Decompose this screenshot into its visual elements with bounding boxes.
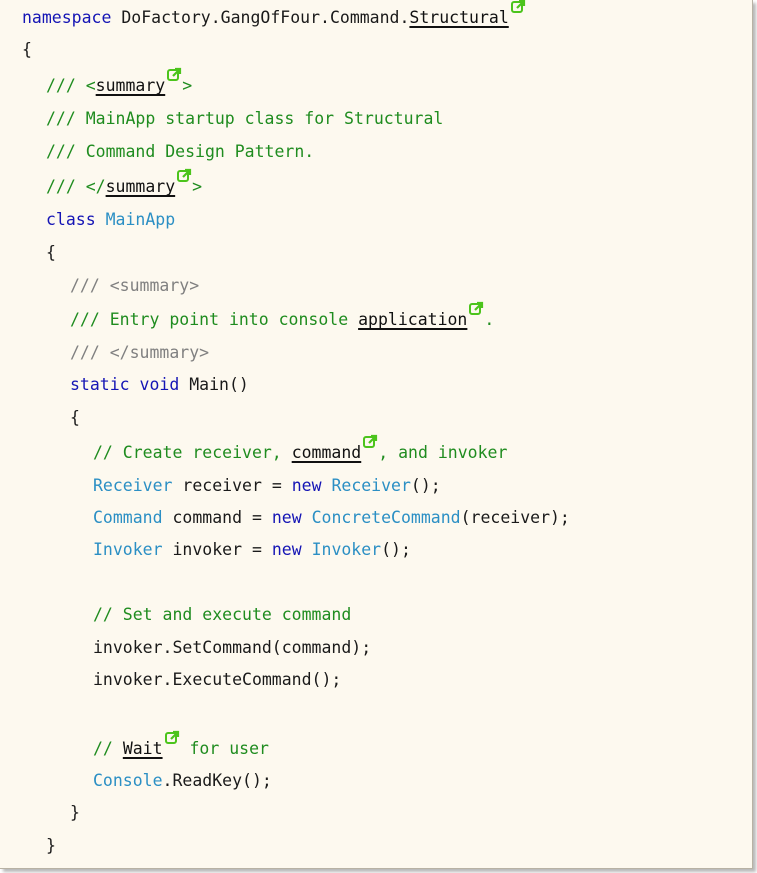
type-name: Invoker [301, 540, 382, 559]
comment: // Create receiver, [93, 443, 292, 462]
code-text: invoker.SetCommand(command); [93, 638, 372, 657]
external-link-icon[interactable] [469, 301, 484, 316]
doc-comment: > [182, 76, 193, 95]
doc-comment: /// MainApp startup class for Structural [46, 109, 444, 128]
code-line: { [22, 40, 32, 60]
link-application[interactable]: application [358, 310, 467, 329]
type-name: Invoker [93, 540, 163, 559]
code-line: class MainApp [46, 210, 175, 230]
code-text: (); [381, 540, 411, 559]
code-line: /// </summary > [46, 168, 203, 197]
doc-comment: /// Command Design Pattern. [46, 142, 315, 161]
type-name: Receiver [321, 476, 411, 495]
code-text: Main() [179, 375, 249, 394]
type-name: Receiver [93, 476, 173, 495]
doc-comment: . [484, 310, 495, 329]
code-line: invoker.SetCommand(command); [93, 638, 371, 658]
keyword: class [46, 210, 96, 229]
doc-comment: /// <summary> [70, 276, 200, 295]
code-line: { [46, 243, 56, 263]
code-text: (); [410, 476, 441, 495]
code-line: /// </summary> [70, 343, 209, 363]
external-link-icon[interactable] [164, 730, 180, 745]
code-viewer: namespace DoFactory.GangOfFour.Command.S… [0, 0, 753, 869]
doc-comment: /// Entry point into console [70, 310, 359, 329]
code-text: { [22, 40, 32, 59]
code-line: /// Command Design Pattern. [46, 142, 314, 162]
external-link-icon[interactable] [177, 168, 192, 183]
external-link-icon[interactable] [363, 434, 378, 449]
link-summary[interactable]: summary [106, 177, 176, 196]
keyword: new [271, 508, 302, 527]
type-name: MainApp [95, 210, 176, 229]
code-text: { [70, 408, 80, 427]
link-summary[interactable]: summary [96, 76, 166, 95]
code-text: (receiver); [460, 508, 570, 527]
comment: , and invoker [378, 443, 508, 462]
keyword: new [271, 540, 302, 559]
code-line: } [70, 803, 80, 823]
code-line: // Set and execute command [93, 605, 351, 625]
code-line: /// MainApp startup class for Structural [46, 109, 443, 129]
keyword: new [291, 476, 322, 495]
code-line: Receiver receiver = new Receiver(); [93, 476, 441, 496]
code-text: invoker = [162, 540, 272, 559]
link-wait[interactable]: Wait [123, 739, 163, 758]
external-link-icon[interactable] [167, 67, 182, 82]
code-line: /// <summary > [46, 67, 193, 96]
doc-comment: /// </ [46, 177, 106, 196]
type-name: Command [93, 508, 163, 527]
type-name: Console [93, 771, 163, 790]
link-command[interactable]: command [292, 443, 362, 462]
code-line: { [70, 408, 80, 428]
code-text: command = [162, 508, 272, 527]
type-name: ConcreteCommand [301, 508, 461, 527]
code-line: } [46, 836, 56, 856]
code-text: } [70, 803, 80, 822]
code-line: // Create receiver, command , and invoker [93, 434, 508, 463]
external-link-icon[interactable] [510, 0, 526, 14]
code-text: invoker.ExecuteCommand(); [93, 670, 342, 689]
doc-comment: > [192, 177, 203, 196]
code-line: Command command = new ConcreteCommand(re… [93, 508, 570, 528]
code-line: invoker.ExecuteCommand(); [93, 670, 341, 690]
code-line: // Wait for user [93, 730, 269, 759]
comment: // [93, 739, 123, 758]
code-text: } [46, 836, 56, 855]
doc-comment: /// </summary> [70, 343, 210, 362]
comment: for user [179, 739, 269, 758]
code-line: namespace DoFactory.GangOfFour.Command.S… [22, 0, 526, 28]
code-text: DoFactory.GangOfFour.Command. [111, 8, 410, 27]
code-text: receiver = [172, 476, 292, 495]
code-line: Invoker invoker = new Invoker(); [93, 540, 411, 560]
code-line: /// Entry point into console application… [70, 301, 495, 330]
link-structural[interactable]: Structural [409, 8, 508, 27]
comment: // Set and execute command [93, 605, 352, 624]
keyword: namespace [22, 8, 112, 27]
code-text: .ReadKey(); [162, 771, 272, 790]
code-text: { [46, 243, 56, 262]
doc-comment: /// < [46, 76, 96, 95]
keyword: static void [70, 375, 180, 394]
code-line: static void Main() [70, 375, 249, 395]
code-line: Console.ReadKey(); [93, 771, 272, 791]
code-line: /// <summary> [70, 276, 199, 296]
